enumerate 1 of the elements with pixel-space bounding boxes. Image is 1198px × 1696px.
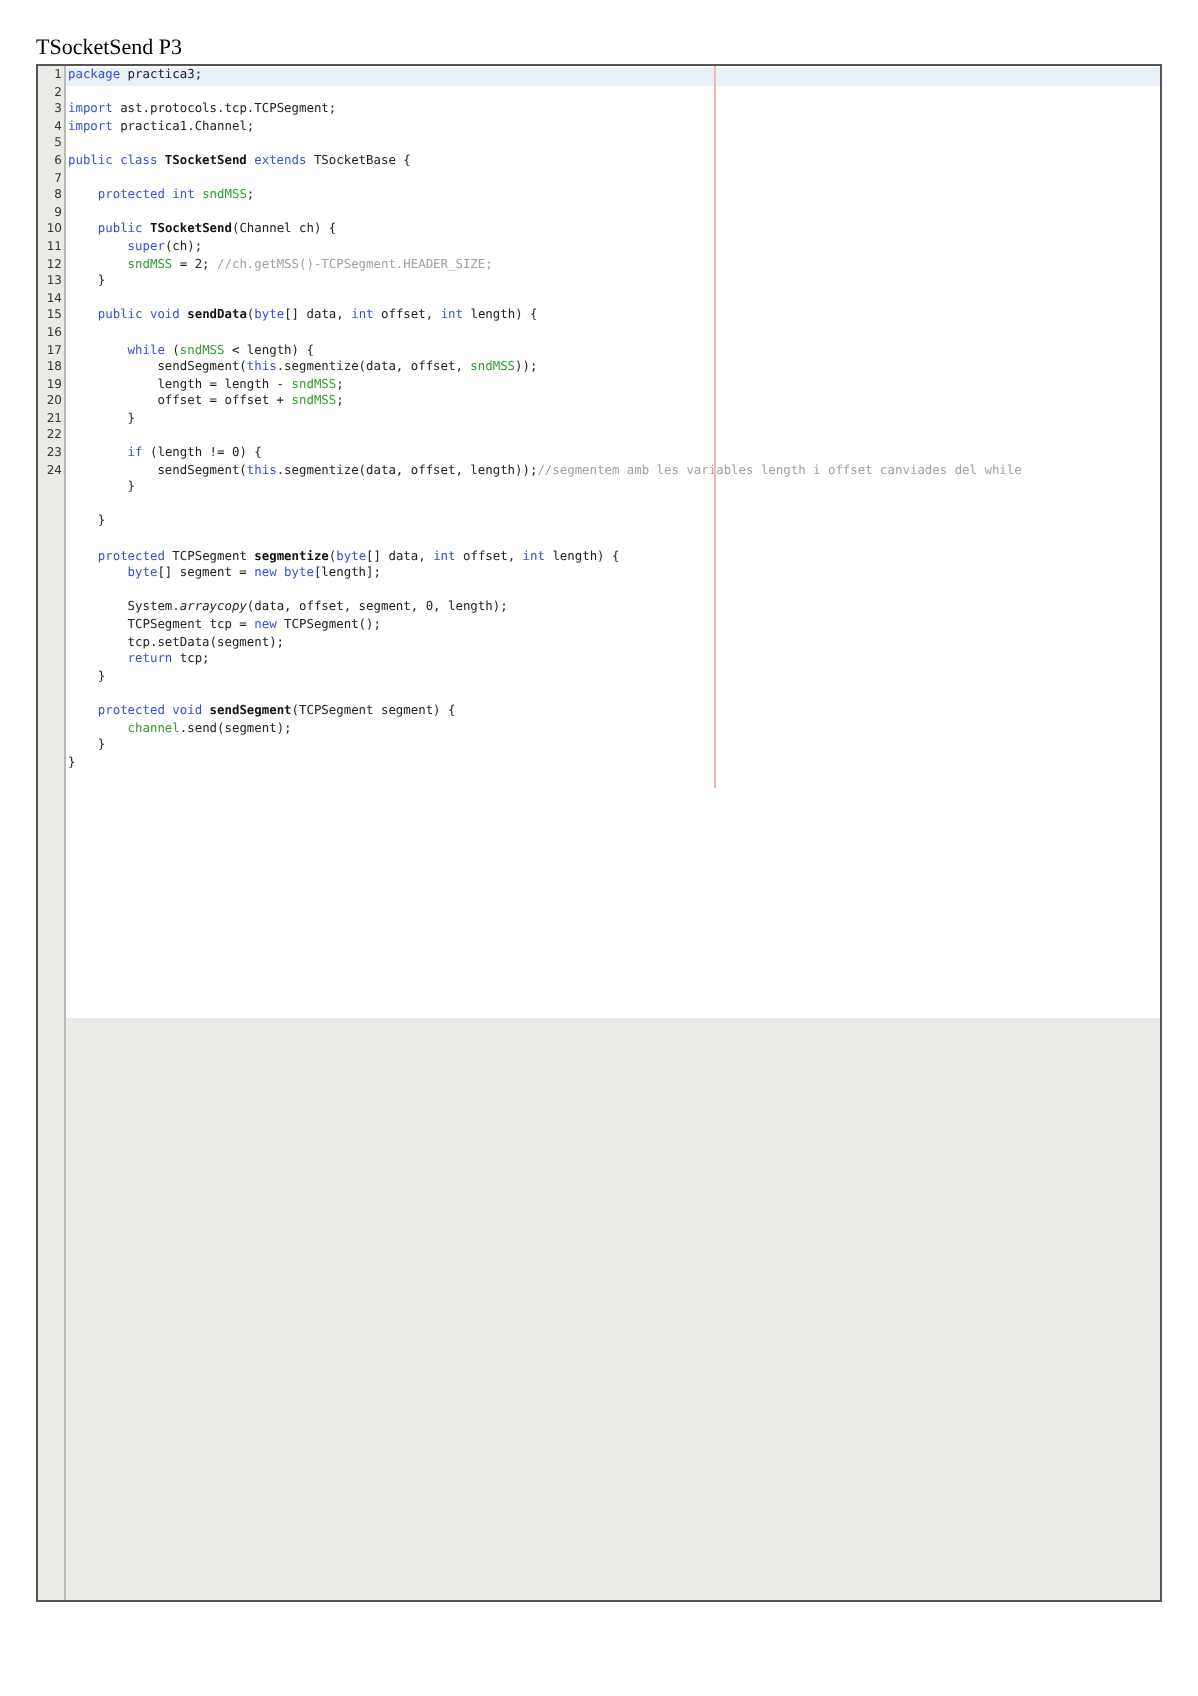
document-title: TSocketSend P3	[36, 36, 183, 64]
